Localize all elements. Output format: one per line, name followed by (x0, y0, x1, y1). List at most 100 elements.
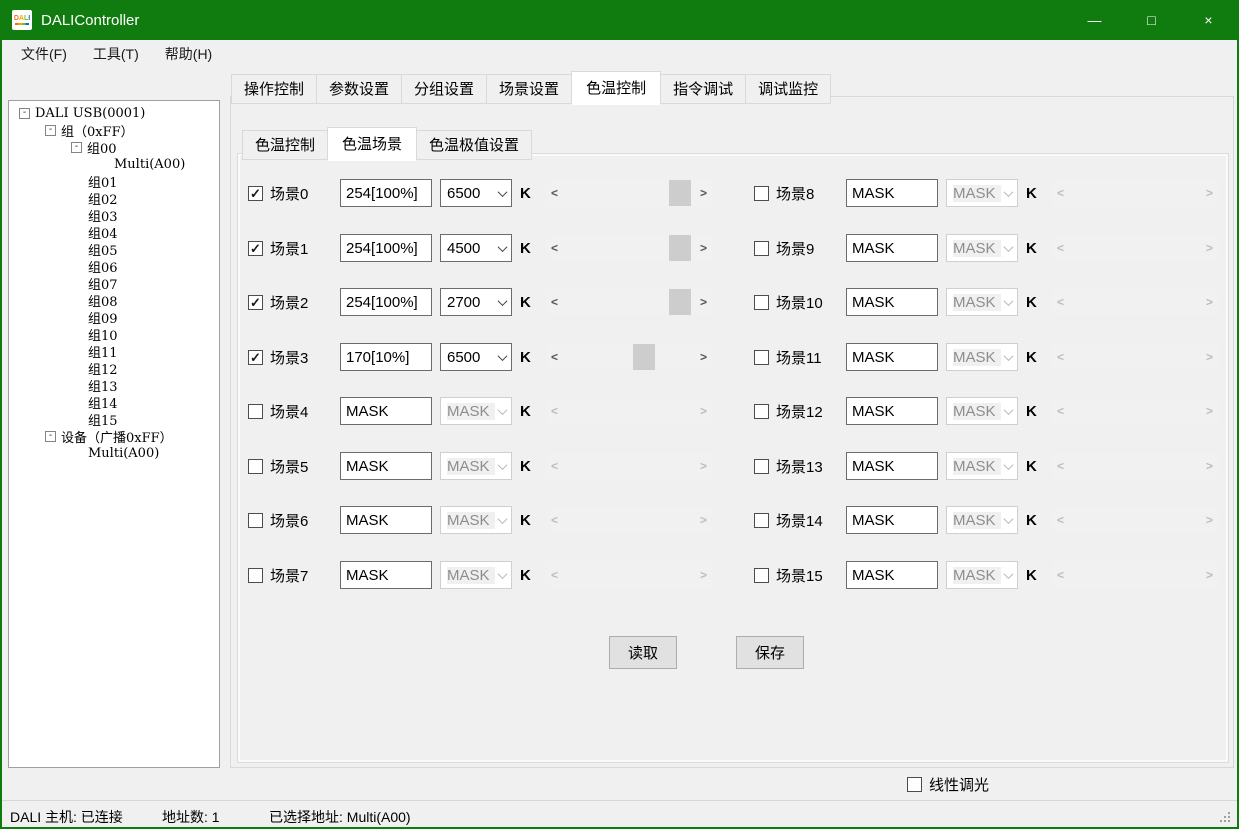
tree-item-9[interactable]: 组06 (9, 258, 219, 275)
tree-item-6[interactable]: 组03 (9, 207, 219, 224)
color-temp-select[interactable]: 4500 (440, 234, 512, 262)
menu-tools[interactable]: 工具(T) (80, 40, 152, 68)
scene-checkbox[interactable]: 场景15 (754, 565, 846, 586)
tree-item-17[interactable]: 组14 (9, 394, 219, 411)
scene-checkbox[interactable]: 场景6 (248, 510, 340, 531)
read-button[interactable]: 读取 (609, 636, 677, 669)
sub-tab-0[interactable]: 色温控制 (242, 130, 328, 160)
tree-item-1[interactable]: -组（0xFF） (9, 122, 219, 139)
tree-item-4[interactable]: 组01 (9, 173, 219, 190)
scene-checkbox[interactable]: 场景4 (248, 401, 340, 422)
scene-level-input[interactable] (846, 397, 938, 425)
main-tab-2[interactable]: 分组设置 (401, 74, 487, 104)
tree-item-18[interactable]: 组15 (9, 411, 219, 428)
main-tab-1[interactable]: 参数设置 (316, 74, 402, 104)
scroll-left-icon[interactable]: < (546, 235, 563, 261)
scrollbar-thumb[interactable] (669, 180, 691, 206)
scene-level-input[interactable] (340, 179, 432, 207)
scene-level-input[interactable] (340, 452, 432, 480)
scroll-left-icon[interactable]: < (546, 180, 563, 206)
scene-level-input[interactable] (846, 234, 938, 262)
tree-item-10[interactable]: 组07 (9, 275, 219, 292)
scene-checkbox[interactable]: ✓场景0 (248, 183, 340, 204)
linear-dimming-checkbox[interactable]: 线性调光 (907, 774, 989, 795)
tree-item-19[interactable]: -设备（广播0xFF） (9, 428, 219, 445)
sub-tab-2[interactable]: 色温极值设置 (416, 130, 532, 160)
scrollbar-thumb[interactable] (669, 289, 691, 315)
scroll-left-icon[interactable]: < (546, 344, 563, 370)
chevron-down-icon (498, 460, 508, 470)
scene-level-input[interactable] (846, 506, 938, 534)
tree-collapse-icon[interactable]: - (45, 125, 56, 136)
tree-item-15[interactable]: 组12 (9, 360, 219, 377)
scroll-left-icon[interactable]: < (546, 289, 563, 315)
tree-item-5[interactable]: 组02 (9, 190, 219, 207)
scroll-right-icon[interactable]: > (695, 344, 712, 370)
color-temp-select[interactable]: 6500 (440, 179, 512, 207)
scene-level-input[interactable] (846, 179, 938, 207)
main-tab-0[interactable]: 操作控制 (231, 74, 317, 104)
temp-scrollbar[interactable]: <> (546, 344, 712, 370)
color-temp-select[interactable]: 6500 (440, 343, 512, 371)
scene-checkbox[interactable]: 场景5 (248, 456, 340, 477)
temp-scrollbar[interactable]: <> (546, 235, 712, 261)
temp-scrollbar[interactable]: <> (546, 180, 712, 206)
resize-grip-icon[interactable] (1218, 810, 1232, 824)
main-tab-5[interactable]: 指令调试 (660, 74, 746, 104)
scene-checkbox[interactable]: 场景8 (754, 183, 846, 204)
tree-item-14[interactable]: 组11 (9, 343, 219, 360)
save-button[interactable]: 保存 (736, 636, 804, 669)
tree-item-7[interactable]: 组04 (9, 224, 219, 241)
close-button[interactable]: × (1180, 0, 1237, 40)
scrollbar-thumb[interactable] (669, 235, 691, 261)
tree-item-20[interactable]: Multi(A00) (9, 445, 219, 462)
main-tab-6[interactable]: 调试监控 (745, 74, 831, 104)
scene-checkbox[interactable]: 场景12 (754, 401, 846, 422)
scene-level-input[interactable] (340, 506, 432, 534)
maximize-button[interactable]: □ (1123, 0, 1180, 40)
main-tab-3[interactable]: 场景设置 (486, 74, 572, 104)
tree-collapse-icon[interactable]: - (19, 108, 30, 119)
scene-level-input[interactable] (340, 561, 432, 589)
scene-checkbox[interactable]: 场景11 (754, 347, 846, 368)
scene-checkbox[interactable]: 场景7 (248, 565, 340, 586)
tree-item-2[interactable]: -组00 (9, 139, 219, 156)
menu-file[interactable]: 文件(F) (8, 40, 80, 68)
sub-tab-1[interactable]: 色温场景 (327, 127, 417, 161)
scroll-right-icon[interactable]: > (695, 235, 712, 261)
scene-checkbox[interactable]: ✓场景2 (248, 292, 340, 313)
scene-level-input[interactable] (340, 397, 432, 425)
scroll-right-icon[interactable]: > (695, 289, 712, 315)
scene-level-input[interactable] (846, 452, 938, 480)
scene-checkbox[interactable]: 场景14 (754, 510, 846, 531)
scene-level-input[interactable] (846, 343, 938, 371)
minimize-button[interactable]: — (1066, 0, 1123, 40)
tree-item-11[interactable]: 组08 (9, 292, 219, 309)
scene-level-input[interactable] (846, 288, 938, 316)
tree-collapse-icon[interactable]: - (71, 142, 82, 153)
tree-item-0[interactable]: -DALI USB(0001) (9, 105, 219, 122)
tree-item-8[interactable]: 组05 (9, 241, 219, 258)
color-temp-select[interactable]: 2700 (440, 288, 512, 316)
tree-collapse-icon[interactable]: - (45, 431, 56, 442)
main-tab-4[interactable]: 色温控制 (571, 71, 661, 105)
menu-help[interactable]: 帮助(H) (152, 40, 225, 68)
scene-level-input[interactable] (340, 288, 432, 316)
temp-scrollbar[interactable]: <> (546, 289, 712, 315)
scene-checkbox[interactable]: ✓场景3 (248, 347, 340, 368)
tree-item-3[interactable]: Multi(A00) (9, 156, 219, 173)
scene-checkbox[interactable]: 场景13 (754, 456, 846, 477)
scroll-right-icon[interactable]: > (695, 180, 712, 206)
scene-checkbox[interactable]: 场景9 (754, 238, 846, 259)
scroll-right-icon: > (695, 398, 712, 424)
scene-checkbox[interactable]: 场景10 (754, 292, 846, 313)
tree-item-13[interactable]: 组10 (9, 326, 219, 343)
scene-level-input[interactable] (340, 343, 432, 371)
scene-checkbox[interactable]: ✓场景1 (248, 238, 340, 259)
tree-item-label: 设备（广播0xFF） (61, 427, 173, 446)
tree-item-12[interactable]: 组09 (9, 309, 219, 326)
scene-level-input[interactable] (846, 561, 938, 589)
scrollbar-thumb[interactable] (633, 344, 655, 370)
scene-level-input[interactable] (340, 234, 432, 262)
tree-item-16[interactable]: 组13 (9, 377, 219, 394)
